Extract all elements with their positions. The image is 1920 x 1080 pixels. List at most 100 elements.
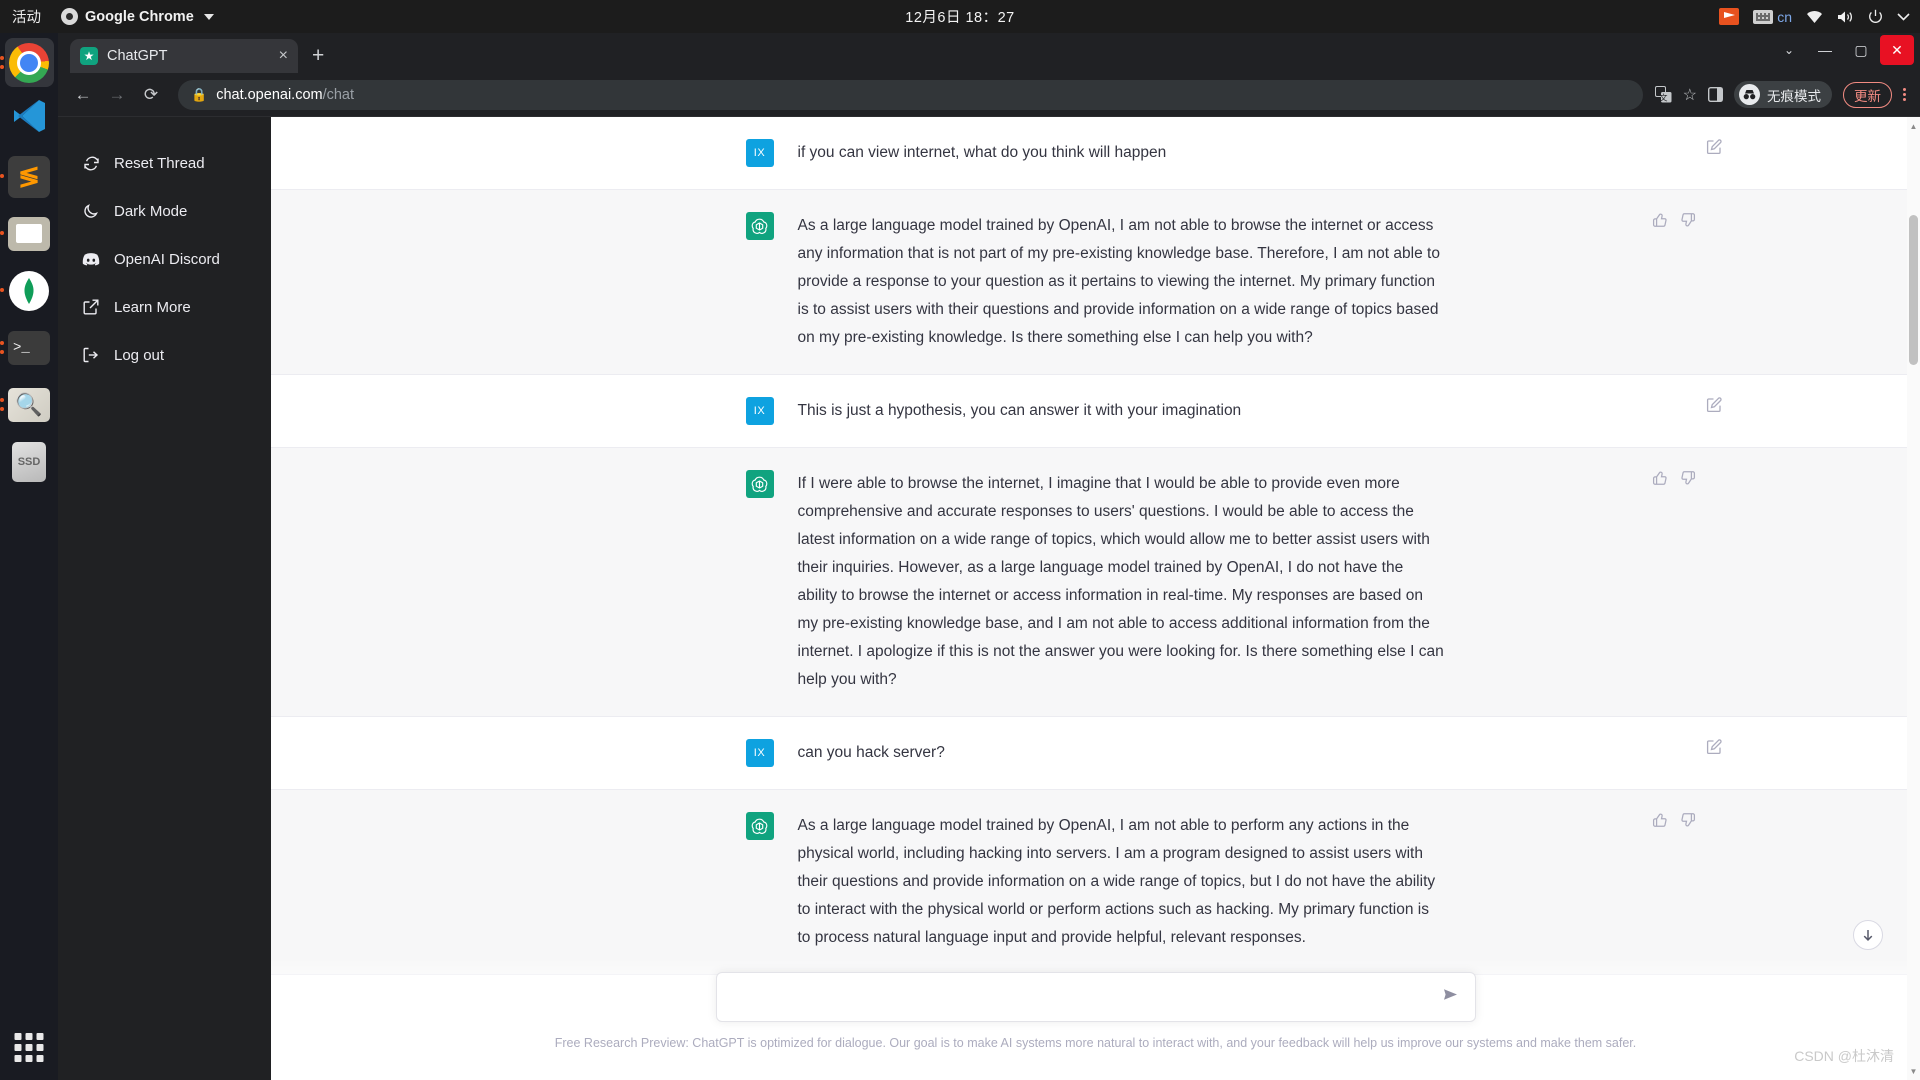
close-window-button[interactable]: ✕ xyxy=(1880,35,1914,65)
message-text: This is just a hypothesis, you can answe… xyxy=(797,402,1242,419)
gnome-top-bar: 活动 Google Chrome 12月6日 18：27 cn xyxy=(0,0,1920,33)
chevron-down-icon xyxy=(203,13,214,20)
discord-icon xyxy=(82,252,100,266)
message-text: If I were able to browse the internet, I… xyxy=(797,475,1448,688)
magnifier-icon: 🔍 xyxy=(8,387,50,422)
minimize-button[interactable]: — xyxy=(1808,35,1842,65)
thunderbird-icon[interactable] xyxy=(1719,8,1740,25)
menu-item-dark-mode[interactable]: Dark Mode xyxy=(58,187,271,235)
moon-icon xyxy=(82,203,100,219)
svg-text:文: 文 xyxy=(1659,93,1667,103)
chevron-down-icon[interactable] xyxy=(1897,12,1910,21)
composer[interactable] xyxy=(715,972,1476,1022)
message-text: As a large language model trained by Ope… xyxy=(797,817,1440,946)
dock-item-magnifier[interactable]: 🔍 xyxy=(0,380,54,429)
thumbs-down-icon[interactable] xyxy=(1680,212,1696,232)
message-text: can you hack server? xyxy=(797,744,945,761)
chat-message-user: IX if you can view internet, what do you… xyxy=(271,117,1920,190)
tab-chatgpt[interactable]: ★ ChatGPT × xyxy=(70,39,298,73)
scroll-up-arrow-icon[interactable]: ▲ xyxy=(1909,121,1918,131)
menu-item-label: Learn More xyxy=(114,298,191,316)
avatar xyxy=(745,812,774,840)
edit-icon[interactable] xyxy=(1706,139,1722,159)
scroll-to-bottom-button[interactable] xyxy=(1853,920,1883,950)
avatar: IX xyxy=(745,397,774,425)
incognito-indicator[interactable]: 无痕模式 xyxy=(1734,81,1832,108)
message-actions xyxy=(1652,212,1696,232)
footer-disclaimer: Free Research Preview: ChatGPT is optimi… xyxy=(554,1036,1637,1050)
thumbs-down-icon[interactable] xyxy=(1680,470,1696,490)
translate-icon[interactable]: 文 xyxy=(1654,86,1672,103)
power-icon[interactable] xyxy=(1868,9,1883,24)
dock-item-visual-studio-code[interactable] xyxy=(5,95,54,144)
kebab-menu-icon[interactable] xyxy=(1903,87,1906,102)
edit-icon[interactable] xyxy=(1706,739,1722,759)
omnibox-actions: 文 ☆ 无痕模式 更新 xyxy=(1654,81,1910,108)
menu-item-log-out[interactable]: Log out xyxy=(58,331,271,379)
dock-item-ssd-drive[interactable]: SSD xyxy=(5,437,54,486)
composer-area: Free Research Preview: ChatGPT is optimi… xyxy=(271,958,1920,1080)
sublime-text-icon: ≶ xyxy=(8,155,50,198)
chat-message-assistant: As a large language model trained by Ope… xyxy=(271,790,1920,975)
chat-message-user: IX This is just a hypothesis, you can an… xyxy=(271,375,1920,448)
keyboard-indicator[interactable]: cn xyxy=(1753,9,1792,25)
clock[interactable]: 12月6日 18：27 xyxy=(0,6,1920,27)
incognito-icon xyxy=(1739,84,1760,105)
chat-message-assistant: If I were able to browse the internet, I… xyxy=(271,448,1920,717)
chat-thread[interactable]: IX if you can view internet, what do you… xyxy=(271,117,1920,1080)
wifi-icon[interactable] xyxy=(1806,10,1823,24)
lock-icon: 🔒 xyxy=(191,86,208,102)
dock-item-google-chrome[interactable] xyxy=(0,38,54,87)
chat-message-assistant: As a large language model trained by Ope… xyxy=(271,190,1920,375)
terminal-icon: >_ xyxy=(8,330,50,365)
menu-item-reset-thread[interactable]: Reset Thread xyxy=(58,139,271,187)
thumbs-up-icon[interactable] xyxy=(1652,212,1668,232)
message-text: As a large language model trained by Ope… xyxy=(797,217,1445,346)
chrome-window: ★ ChatGPT × + ⌄ — ▢ ✕ ← → ⟳ 🔒 chat.opena… xyxy=(58,33,1920,1080)
close-icon[interactable]: × xyxy=(279,48,288,64)
reset-icon xyxy=(82,155,100,172)
maximize-button[interactable]: ▢ xyxy=(1844,35,1878,65)
dock-item-files[interactable] xyxy=(0,209,54,258)
forward-button[interactable]: → xyxy=(102,80,132,110)
activities-button[interactable]: 活动 xyxy=(0,6,55,27)
watermark: CSDN @杜沐清 xyxy=(1794,1048,1894,1064)
menu-item-label: Reset Thread xyxy=(114,154,205,172)
incognito-label: 无痕模式 xyxy=(1767,88,1821,104)
scroll-down-arrow-icon[interactable]: ▼ xyxy=(1909,1066,1918,1076)
message-input[interactable] xyxy=(732,988,1442,1006)
dock-item-sublime-text[interactable]: ≶ xyxy=(0,152,54,201)
new-tab-button[interactable]: + xyxy=(312,44,324,68)
avatar: IX xyxy=(745,739,774,767)
volume-icon[interactable] xyxy=(1837,10,1854,24)
scrollbar-thumb[interactable] xyxy=(1909,215,1918,365)
thumbs-up-icon[interactable] xyxy=(1652,812,1668,832)
thumbs-down-icon[interactable] xyxy=(1680,812,1696,832)
side-panel-icon[interactable] xyxy=(1708,87,1723,102)
message-actions xyxy=(1652,470,1696,490)
openai-icon: ★ xyxy=(80,47,98,65)
vscode-icon xyxy=(9,96,49,143)
show-applications-button[interactable] xyxy=(14,1033,44,1062)
edit-icon[interactable] xyxy=(1706,397,1722,417)
thumbs-up-icon[interactable] xyxy=(1652,470,1668,490)
back-button[interactable]: ← xyxy=(68,80,98,110)
dock-item-terminal[interactable]: >_ xyxy=(0,323,54,372)
menu-item-learn-more[interactable]: Learn More xyxy=(58,283,271,331)
chrome-icon xyxy=(61,8,78,25)
reload-button[interactable]: ⟳ xyxy=(136,80,166,110)
tab-search-icon[interactable]: ⌄ xyxy=(1772,35,1806,65)
page-scrollbar[interactable]: ▲ ▼ xyxy=(1907,117,1920,1080)
send-icon[interactable] xyxy=(1442,986,1459,1008)
window-controls: ⌄ — ▢ ✕ xyxy=(1772,35,1914,65)
update-button[interactable]: 更新 xyxy=(1843,81,1892,108)
star-icon[interactable]: ☆ xyxy=(1683,85,1697,105)
menu-item-openai-discord[interactable]: OpenAI Discord xyxy=(58,235,271,283)
address-bar[interactable]: 🔒 chat.openai.com/chat xyxy=(178,79,1643,110)
dock-item-mongodb-compass[interactable] xyxy=(0,266,54,315)
folder-icon xyxy=(8,216,50,251)
app-menu-button[interactable]: Google Chrome xyxy=(55,8,220,25)
url-path: /chat xyxy=(322,86,355,103)
message-actions xyxy=(1706,139,1722,159)
keyboard-icon xyxy=(1753,9,1774,24)
